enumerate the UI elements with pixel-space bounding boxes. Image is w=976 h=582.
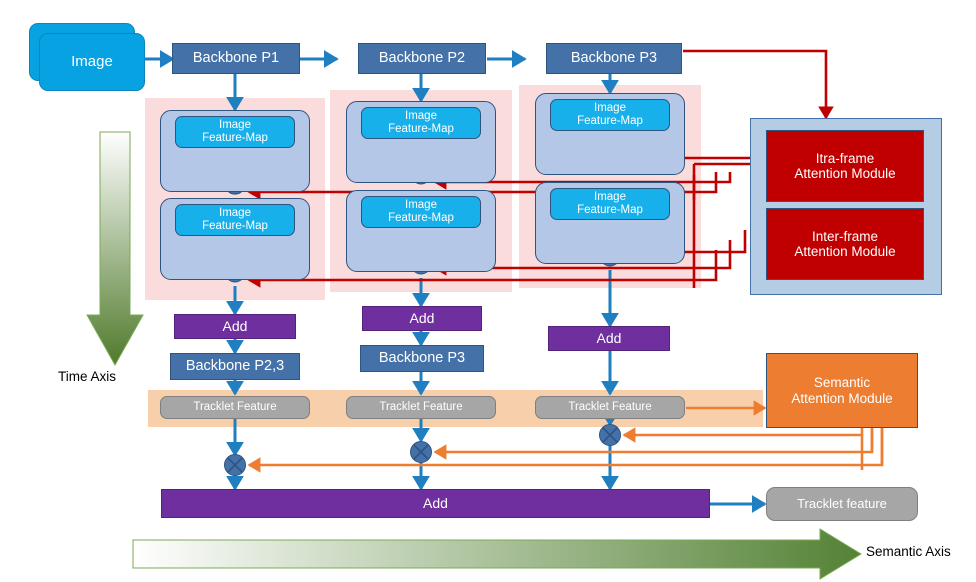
feature-map-line1: Image xyxy=(594,102,626,115)
add-bottom-label: Add xyxy=(423,494,448,511)
tracklet-feature-3[interactable]: Tracklet Feature xyxy=(535,396,685,419)
tracklet-label: Tracklet Feature xyxy=(379,401,463,414)
multiply-node xyxy=(410,441,432,463)
feature-map-line2: Feature-Map xyxy=(388,123,454,135)
tracklet-final-label: Tracklet feature xyxy=(797,495,887,511)
tracklet-feature-2[interactable]: Tracklet Feature xyxy=(346,396,496,419)
feature-map-c3-r2[interactable]: Image Feature-Map xyxy=(550,188,670,220)
add-bar-bottom[interactable]: Add xyxy=(161,489,710,518)
feature-map-c1-r2[interactable]: Image Feature-Map xyxy=(175,204,295,236)
diagram-canvas: Image Backbone P1 Backbone P2 Backbone P… xyxy=(0,0,976,582)
inter-attention-line1: Inter-frame xyxy=(811,228,879,244)
feature-map-line1: Image xyxy=(594,191,626,204)
feature-map-line2: Feature-Map xyxy=(577,115,643,127)
backbone-p23-label: Backbone P2,3 xyxy=(185,358,285,375)
intra-attention-line2: Attention Module xyxy=(794,166,896,181)
feature-map-line1: Image xyxy=(219,207,251,220)
feature-map-c3-r1[interactable]: Image Feature-Map xyxy=(550,99,670,131)
add-label: Add xyxy=(222,317,248,334)
feature-map-line2: Feature-Map xyxy=(202,132,268,144)
backbone-p1-box[interactable]: Backbone P1 xyxy=(172,43,300,74)
semantic-axis-label: Semantic Axis xyxy=(866,544,951,559)
add-box-column-2[interactable]: Add xyxy=(362,306,482,331)
backbone-p2-box[interactable]: Backbone P2 xyxy=(358,43,486,74)
feature-map-line1: Image xyxy=(405,199,437,212)
multiply-node xyxy=(599,424,621,446)
add-label: Add xyxy=(409,309,435,326)
semantic-attention-line2: Attention Module xyxy=(791,390,893,406)
multiply-node xyxy=(224,454,246,476)
feature-map-c1-r1[interactable]: Image Feature-Map xyxy=(175,116,295,148)
backbone-p23-box[interactable]: Backbone P2,3 xyxy=(170,353,300,380)
backbone-p3-box[interactable]: Backbone P3 xyxy=(546,43,682,74)
backbone-p3-mid-box[interactable]: Backbone P3 xyxy=(360,345,484,372)
feature-map-line2: Feature-Map xyxy=(577,204,643,216)
tracklet-feature-final[interactable]: Tracklet feature xyxy=(766,487,918,521)
tracklet-label: Tracklet Feature xyxy=(193,401,277,414)
inter-attention-line2: Attention Module xyxy=(794,244,896,259)
image-stack-front-card[interactable]: Image xyxy=(39,33,145,91)
semantic-axis-arrow xyxy=(132,528,862,580)
add-label: Add xyxy=(596,329,622,346)
feature-map-line1: Image xyxy=(405,110,437,123)
add-box-column-1[interactable]: Add xyxy=(174,314,296,339)
semantic-attention-module[interactable]: Semantic Attention Module xyxy=(766,353,918,428)
backbone-p3-mid-label: Backbone P3 xyxy=(378,350,466,367)
backbone-p1-label: Backbone P1 xyxy=(192,50,280,67)
backbone-p2-label: Backbone P2 xyxy=(378,50,466,67)
intra-attention-line1: Itra-frame xyxy=(815,150,875,166)
add-box-column-3[interactable]: Add xyxy=(548,326,670,351)
feature-map-c2-r1[interactable]: Image Feature-Map xyxy=(361,107,481,139)
backbone-p3-label: Backbone P3 xyxy=(570,50,658,67)
inter-frame-attention-module[interactable]: Inter-frame Attention Module xyxy=(766,208,924,280)
tracklet-label: Tracklet Feature xyxy=(568,401,652,414)
image-label: Image xyxy=(71,52,113,70)
semantic-attention-line1: Semantic xyxy=(813,375,871,391)
time-axis-label: Time Axis xyxy=(58,369,117,384)
time-axis-arrow xyxy=(86,131,144,367)
feature-map-c2-r2[interactable]: Image Feature-Map xyxy=(361,196,481,228)
feature-map-line2: Feature-Map xyxy=(388,212,454,224)
feature-map-line2: Feature-Map xyxy=(202,220,268,232)
intra-frame-attention-module[interactable]: Itra-frame Attention Module xyxy=(766,130,924,202)
feature-map-line1: Image xyxy=(219,119,251,132)
tracklet-feature-1[interactable]: Tracklet Feature xyxy=(160,396,310,419)
